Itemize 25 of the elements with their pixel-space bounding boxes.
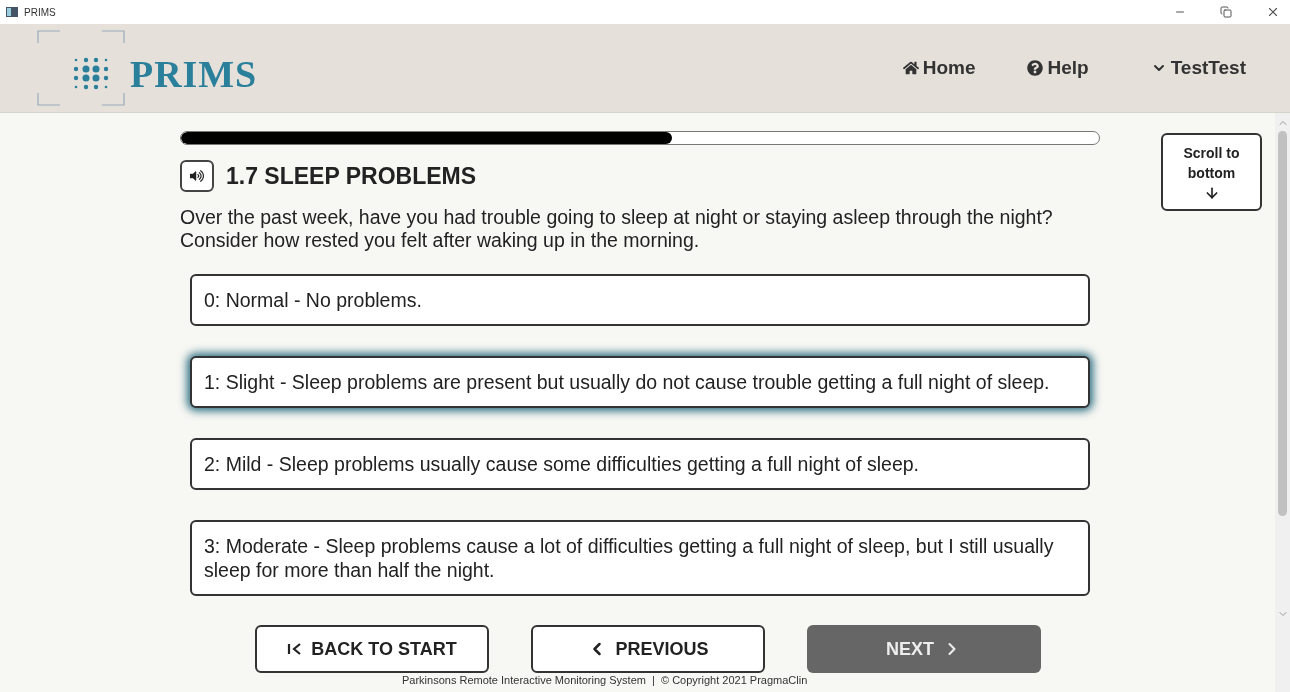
restore-icon[interactable]	[1220, 6, 1232, 18]
help-icon	[1027, 60, 1044, 76]
logo-text: PRIMS	[130, 55, 258, 93]
audio-button[interactable]	[180, 160, 214, 193]
home-icon	[902, 60, 919, 76]
close-icon[interactable]	[1266, 5, 1280, 19]
scroll-to-bottom-button[interactable]: Scroll to bottom	[1161, 133, 1262, 211]
logo-icon	[36, 29, 126, 107]
answer-option[interactable]: 0: Normal - No problems.	[190, 273, 1090, 326]
nav-link[interactable]: TestTest	[1150, 53, 1246, 83]
app-icon	[6, 7, 18, 17]
speaker-icon	[190, 169, 204, 184]
footer-text: Parkinsons Remote Interactive Monitoring System | © Copyright 2021 PragmaClin	[402, 673, 808, 687]
nav-link[interactable]: Help	[1027, 53, 1089, 83]
scrollbar[interactable]	[1275, 113, 1290, 692]
answer-option[interactable]: 1: Slight - Sleep problems are present but usually do not cause trouble getting a full night of sleep.	[190, 355, 1090, 408]
question-text: Over the past week, have you had trouble going to sleep at night or staying asleep through the night? Consider how rested you felt after waking up in the morning.	[180, 205, 1054, 252]
nav-button[interactable]: BACK TO START	[255, 625, 489, 673]
answer-option[interactable]: 3: Moderate - Sleep problems cause a lot of difficulties getting a full night of sleep, but I still usually sleep for more than half the night.	[190, 519, 1090, 596]
question-title: 1.7 SLEEP PROBLEMS	[226, 162, 477, 191]
nav-link[interactable]: Home	[902, 53, 976, 83]
answer-option[interactable]: 2: Mild - Sleep problems usually cause some difficulties getting a full night of sleep.	[190, 437, 1090, 490]
scroll-thumb[interactable]	[1278, 131, 1287, 516]
nav-button[interactable]: PREVIOUS	[531, 625, 765, 673]
window-title: PRIMS	[24, 5, 56, 20]
